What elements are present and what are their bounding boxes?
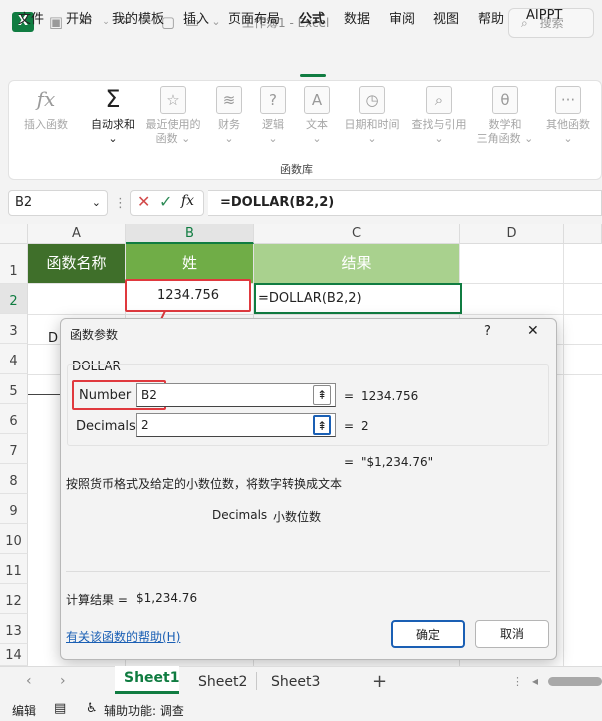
number-equals: = bbox=[344, 389, 355, 403]
calc-result-value: $1,234.76 bbox=[136, 591, 198, 605]
close-icon[interactable]: ✕ bbox=[527, 323, 539, 339]
formula-result: "$1,234.76" bbox=[361, 455, 434, 469]
scroll-left-icon[interactable]: ◂ bbox=[532, 674, 538, 688]
decimals-label: Decimals bbox=[76, 419, 136, 434]
tab-divider bbox=[256, 672, 257, 690]
formula-result-equals: = bbox=[344, 455, 355, 469]
collapse-dialog-icon[interactable]: ⇞ bbox=[313, 385, 331, 405]
divider bbox=[66, 571, 550, 572]
function-help-link[interactable]: 有关该函数的帮助(H) bbox=[66, 628, 180, 645]
decimals-input[interactable]: 2 bbox=[136, 413, 336, 437]
sheet-tab-sheet3[interactable]: Sheet3 bbox=[271, 674, 320, 690]
sheet-tab-sheet1[interactable]: Sheet1 bbox=[124, 670, 179, 686]
number-label: Number bbox=[79, 388, 132, 403]
decimals-equals: = bbox=[344, 419, 355, 433]
number-result: 1234.756 bbox=[361, 389, 419, 403]
more-options-icon[interactable]: ⋮ bbox=[512, 675, 523, 688]
parameter-description: 小数位数 bbox=[273, 510, 322, 524]
cancel-button[interactable]: 取消 bbox=[475, 620, 549, 648]
number-input[interactable]: B2 bbox=[136, 383, 336, 407]
function-description: 按照货币格式及给定的小数位数，将数字转换成文本 bbox=[66, 477, 343, 491]
horizontal-scrollbar[interactable] bbox=[548, 677, 602, 686]
collapse-dialog-icon[interactable]: ⇞ bbox=[313, 415, 331, 435]
accessibility-icon[interactable]: ♿ bbox=[86, 701, 98, 716]
status-mode: 编辑 bbox=[12, 704, 37, 718]
dialog-title: 函数参数 bbox=[70, 328, 119, 342]
scroll-left-icon[interactable]: ‹ bbox=[26, 673, 32, 689]
sheet-tab-sheet2[interactable]: Sheet2 bbox=[198, 674, 247, 690]
decimals-result: 2 bbox=[361, 419, 369, 433]
accessibility-status[interactable]: 辅助功能: 调查 bbox=[104, 702, 184, 719]
calc-result-label: 计算结果 = bbox=[66, 593, 128, 607]
macro-record-icon[interactable]: ▤ bbox=[54, 701, 66, 716]
ok-button[interactable]: 确定 bbox=[391, 620, 465, 648]
help-icon[interactable]: ? bbox=[484, 324, 491, 339]
parameter-name: Decimals bbox=[212, 508, 268, 522]
add-sheet-button[interactable]: + bbox=[372, 671, 387, 692]
scroll-right-icon[interactable]: › bbox=[60, 673, 66, 689]
